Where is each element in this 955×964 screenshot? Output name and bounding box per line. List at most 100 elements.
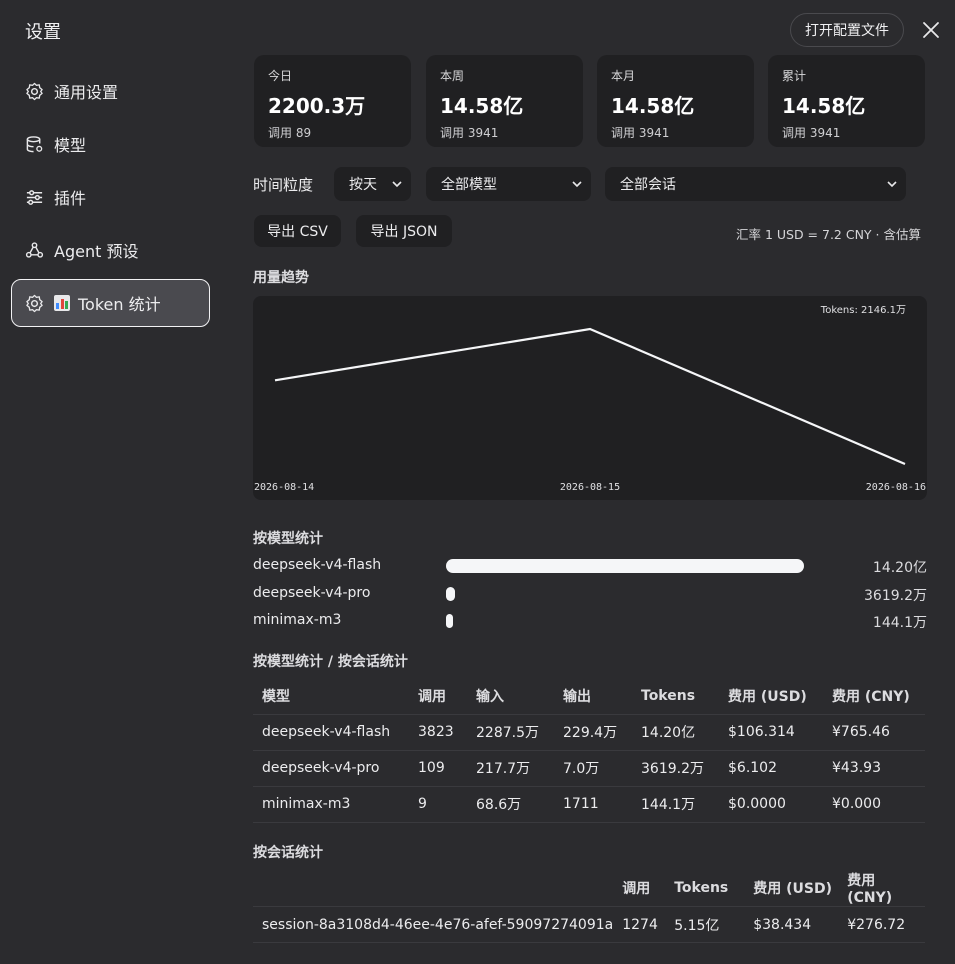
table-cell: 1274 (613, 906, 666, 943)
select-value: 全部模型 (441, 177, 497, 193)
model-bar (446, 614, 453, 628)
sidebar-item-label: 模型 (54, 136, 87, 155)
column-header: Tokens (665, 870, 745, 907)
sidebar-item-label: Token 统计 (78, 295, 161, 314)
column-header: 费用 (CNY) (823, 678, 925, 715)
table-cell: deepseek-v4-flash (253, 714, 409, 751)
column-header: Tokens (632, 678, 719, 715)
trend-svg: 2026-08-14 2026-08-15 2026-08-16 Tokens: 21… (254, 305, 926, 493)
table-cell: minimax-m3 (253, 786, 409, 823)
trend-title: 用量趋势 (253, 270, 309, 286)
table-cell: 217.7万 (467, 750, 554, 787)
trend-chart: 2026-08-14 2026-08-15 2026-08-16 Tokens: 21… (253, 296, 927, 500)
table-row: deepseek-v4-pro 109 217.7万 7.0万 3619.2万 … (253, 750, 925, 787)
tooltip-label: Tokens: 2146.1万 (820, 305, 906, 316)
chevron-down-icon (572, 181, 582, 188)
stat-label: 本月 (611, 69, 636, 83)
table-cell: 144.1万 (632, 786, 719, 823)
sidebar-item-general[interactable]: 通用设置 (11, 67, 210, 115)
table-row: minimax-m3 9 68.6万 1711 144.1万 $0.0000 ¥… (253, 786, 925, 823)
select-value: 全部会话 (620, 177, 676, 193)
model-tokens: 14.20亿 (872, 560, 927, 576)
model-select[interactable]: 全部模型 (426, 167, 591, 201)
x-tick-label: 2026-08-16 (866, 482, 926, 493)
table-cell: 68.6万 (467, 786, 554, 823)
column-header: 费用 (CNY) (838, 870, 925, 907)
model-bar (446, 587, 456, 601)
column-header: 输入 (467, 678, 554, 715)
stat-value: 14.58亿 (611, 94, 695, 118)
granularity-label: 时间粒度 (253, 176, 314, 194)
agent-icon (25, 241, 44, 258)
by-model-title: 按模型统计 (253, 531, 323, 547)
table-cell: ¥276.72 (838, 906, 925, 943)
model-bar (446, 559, 804, 573)
session-table: 调用 Tokens 费用 (USD) 费用 (CNY) session-8a31… (253, 870, 925, 943)
column-header: 费用 (USD) (744, 870, 839, 907)
trend-line (274, 327, 906, 466)
table-cell: 2287.5万 (467, 714, 554, 751)
column-header: 调用 (409, 678, 467, 715)
table-row: session-8a3108d4-46ee-4e76-afef-59097274… (253, 906, 925, 943)
table-cell: 9 (409, 786, 467, 823)
model-bar-row: deepseek-v4-pro 3619.2万 (253, 584, 927, 604)
table-cell: $38.434 (744, 906, 839, 943)
x-tick-label: 2026-08-14 (254, 482, 314, 493)
select-value: 按天 (349, 177, 377, 193)
settings-title: 设置 (25, 22, 61, 43)
sidebar-item-agent-presets[interactable]: Agent 预设 (11, 226, 210, 274)
export-json-button[interactable]: 导出 JSON (356, 215, 452, 247)
table-cell: 229.4万 (554, 714, 632, 751)
x-tick-label: 2026-08-15 (560, 482, 620, 493)
session-table-title: 按会话统计 (253, 845, 323, 861)
table-row: deepseek-v4-flash 3823 2287.5万 229.4万 14… (253, 714, 925, 751)
model-tokens: 3619.2万 (864, 588, 927, 604)
sidebar-item-plugins[interactable]: 插件 (11, 173, 210, 221)
sidebar-item-label: 通用设置 (54, 83, 119, 102)
model-name: minimax-m3 (253, 612, 342, 628)
stat-value: 14.58亿 (782, 94, 866, 118)
sliders-icon (26, 189, 43, 205)
table-cell: ¥43.93 (823, 750, 925, 787)
table-cell: session-8a3108d4-46ee-4e76-afef-59097274… (253, 906, 614, 943)
stat-label: 累计 (782, 69, 807, 83)
sidebar-item-models[interactable]: 模型 (11, 120, 210, 168)
table-cell: 3619.2万 (632, 750, 719, 787)
column-header: 模型 (253, 678, 409, 715)
database-icon (26, 135, 43, 152)
granularity-select[interactable]: 按天 (334, 167, 411, 201)
table-cell: 1711 (554, 786, 632, 823)
column-header (253, 870, 614, 907)
sidebar-item-token-stats[interactable]: Token 统计 (11, 279, 210, 327)
table-cell: $0.0000 (719, 786, 823, 823)
column-header: 费用 (USD) (719, 678, 823, 715)
stat-card-week: 本周 14.58亿 调用 3941 (426, 55, 583, 147)
table-cell: $106.314 (719, 714, 823, 751)
stat-value: 14.58亿 (440, 94, 524, 118)
model-name: deepseek-v4-pro (253, 585, 371, 601)
stat-sub: 调用 3941 (782, 126, 841, 140)
open-config-button[interactable]: 打开配置文件 (790, 13, 904, 47)
stat-card-month: 本月 14.58亿 调用 3941 (597, 55, 754, 147)
column-header: 调用 (613, 870, 666, 907)
stat-label: 本周 (440, 69, 465, 83)
model-bar-row: minimax-m3 144.1万 (253, 611, 927, 631)
stat-sub: 调用 3941 (440, 126, 499, 140)
chevron-down-icon (392, 181, 402, 188)
model-table: 模型 调用 输入 输出 Tokens 费用 (USD) 费用 (CNY) dee… (253, 678, 925, 823)
export-csv-button[interactable]: 导出 CSV (254, 215, 341, 247)
sidebar-item-label: 插件 (54, 189, 87, 208)
table-cell: ¥0.000 (823, 786, 925, 823)
table-cell: 14.20亿 (632, 714, 719, 751)
chevron-down-icon (887, 181, 897, 188)
model-bar-row: deepseek-v4-flash 14.20亿 (253, 556, 927, 576)
session-select[interactable]: 全部会话 (605, 167, 906, 201)
model-tokens: 144.1万 (872, 615, 927, 631)
bar-chart-icon (54, 295, 70, 311)
exchange-rate-note: 汇率 1 USD = 7.2 CNY · 含估算 (735, 227, 921, 242)
close-icon[interactable] (920, 19, 942, 41)
model-name: deepseek-v4-flash (253, 557, 382, 573)
gear-icon (26, 82, 43, 100)
stat-sub: 调用 3941 (611, 126, 670, 140)
stat-label: 今日 (268, 69, 293, 83)
